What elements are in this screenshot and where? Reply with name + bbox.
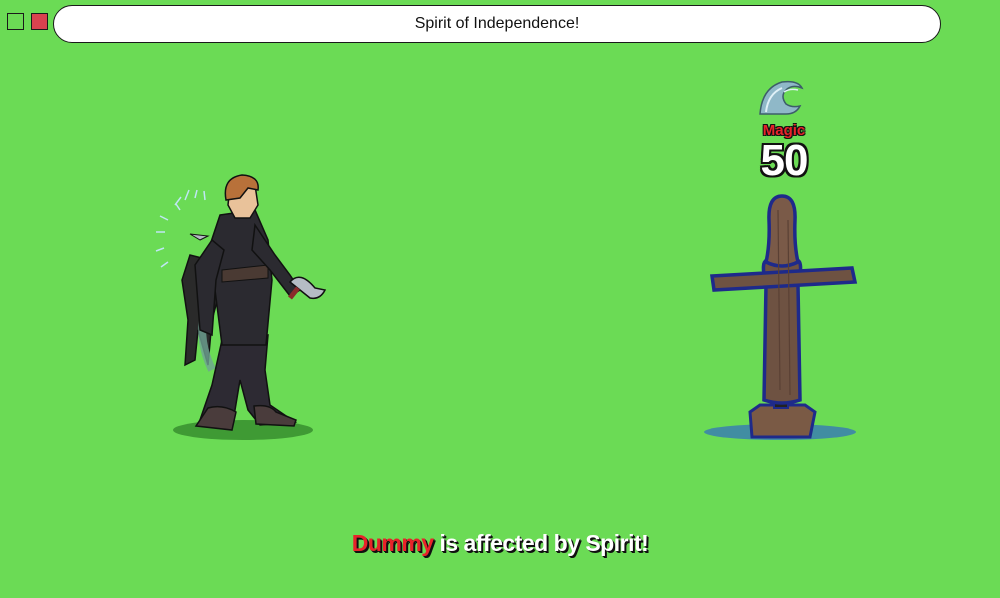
- battle-message: Dummy is affected by Spirit!: [0, 530, 1000, 557]
- training-dummy[interactable]: [700, 190, 865, 445]
- damage-value: 50: [760, 136, 809, 185]
- dummy-head: [763, 194, 801, 268]
- player-character[interactable]: [150, 170, 340, 450]
- battle-message-target: Dummy: [351, 530, 434, 556]
- window-title: Spirit of Independence!: [414, 15, 580, 32]
- water-wave-icon: [759, 80, 804, 115]
- game-stage: Spirit of Independence! Magic 50 Dummy i…: [0, 0, 1000, 598]
- spirit-aura-effect: [155, 189, 206, 268]
- dummy-base: [748, 403, 817, 439]
- close-button[interactable]: [31, 13, 48, 30]
- title-bar: Spirit of Independence!: [53, 5, 941, 43]
- battle-message-text: is affected by Spirit!: [433, 530, 649, 556]
- minimize-button[interactable]: [7, 13, 24, 30]
- dummy-arms: [709, 266, 858, 292]
